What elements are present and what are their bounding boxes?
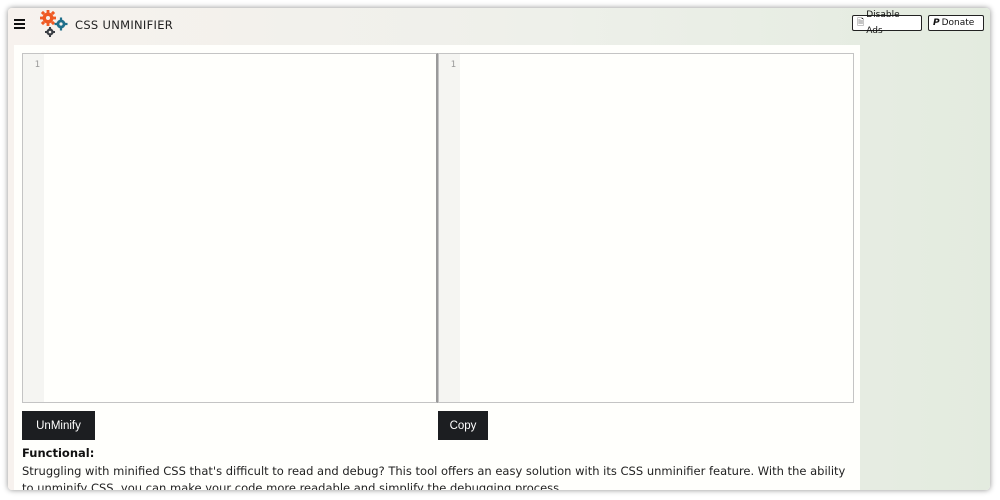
copy-button[interactable]: Copy (438, 411, 488, 440)
header-bar: CSS UNMINIFIER 🗎 Disable Ads P Donate (8, 8, 990, 44)
donate-label: Donate (941, 18, 975, 28)
unminify-button[interactable]: UnMinify (22, 411, 95, 440)
document-icon: 🗎 (857, 18, 865, 28)
line-gutter: 1 (439, 54, 460, 402)
disable-ads-button[interactable]: 🗎 Disable Ads (852, 10, 922, 36)
main-content: 1 1 UnMinify Copy Functional: Struggling… (14, 45, 860, 490)
disable-ads-label: Disable Ads (866, 10, 900, 36)
app-title: CSS UNMINIFIER (75, 18, 174, 32)
line-number: 1 (450, 60, 456, 70)
line-gutter: 1 (23, 54, 44, 402)
section-heading: Functional: (22, 446, 95, 460)
gears-logo-icon (40, 10, 68, 37)
description-text: Struggling with minified CSS that's diff… (22, 464, 846, 490)
paypal-icon: P (933, 18, 940, 28)
donate-button[interactable]: P Donate (928, 15, 984, 31)
input-css-editor[interactable]: 1 (22, 53, 438, 403)
output-css-editor[interactable]: 1 (438, 53, 854, 403)
app-window: CSS UNMINIFIER 🗎 Disable Ads P Donate 1 … (8, 8, 990, 490)
line-number: 1 (34, 60, 40, 70)
hamburger-icon[interactable] (14, 17, 26, 29)
